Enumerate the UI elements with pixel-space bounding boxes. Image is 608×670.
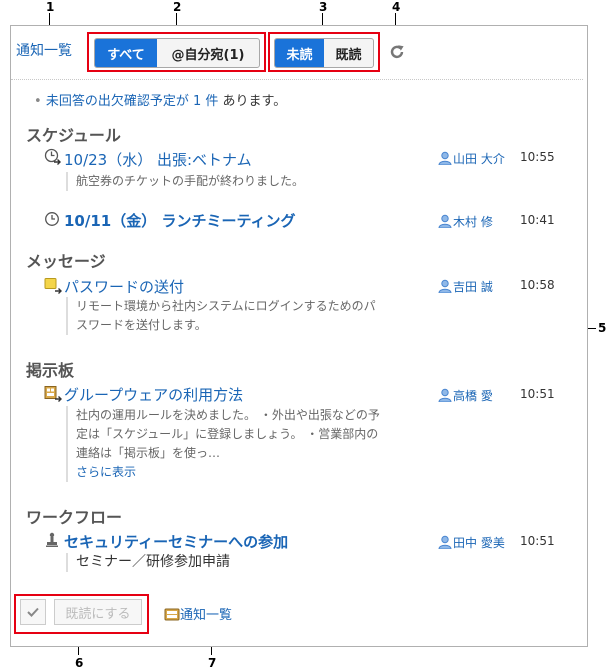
filter-unread-button[interactable]: 未読 <box>275 39 324 67</box>
person-icon <box>438 214 452 228</box>
workflow-item-title[interactable]: セキュリティーセミナーへの参加 <box>64 531 288 552</box>
workflow-item-user[interactable]: 田中 愛美 <box>438 534 505 551</box>
message-item-title[interactable]: パスワードの送付 <box>64 276 184 297</box>
bulletin-item-time: 10:51 <box>520 387 555 401</box>
callout-1: 1 <box>46 0 55 14</box>
section-workflow-title: ワークフロー <box>26 508 123 527</box>
bulletin-item-title[interactable]: グループウェアの利用方法 <box>64 384 243 405</box>
callout-7: 7 <box>208 656 217 670</box>
filter-all-button[interactable]: すべて <box>95 39 157 67</box>
workflow-icon <box>44 532 60 548</box>
notice-suffix: あります。 <box>222 94 287 109</box>
filter-mine-button[interactable]: @自分宛(1) <box>157 39 259 67</box>
workflow-item-body: セミナー／研修参加申請 <box>66 553 556 572</box>
clock-icon <box>44 211 60 227</box>
unanswered-link[interactable]: 未回答の出欠確認予定が 1 件 <box>46 94 219 109</box>
show-more-link[interactable]: さらに表示 <box>76 463 556 482</box>
person-icon <box>438 279 452 293</box>
person-icon <box>438 388 452 402</box>
page-title[interactable]: 通知一覧 <box>16 40 72 60</box>
person-icon <box>438 535 452 549</box>
callout-3: 3 <box>319 0 328 14</box>
section-message-title: メッセージ <box>26 252 106 271</box>
bulletin-item-body: 社内の運用ルールを決めました。 ・外出や出張などの予 定は「スケジュール」に登録… <box>66 406 556 482</box>
callout-2: 2 <box>173 0 182 14</box>
callout-5: 5 <box>598 321 607 335</box>
message-item-time: 10:58 <box>520 278 555 292</box>
notification-list-icon <box>164 608 180 621</box>
callout-6: 6 <box>75 656 84 670</box>
mark-read-button[interactable]: 既読にする <box>54 599 142 625</box>
message-icon <box>44 277 62 295</box>
unanswered-notice: • 未回答の出欠確認予定が 1 件 あります。 <box>34 90 286 109</box>
bulletin-item-user[interactable]: 高橋 愛 <box>438 387 493 404</box>
refresh-icon[interactable] <box>388 43 406 61</box>
schedule-reply-icon <box>44 148 62 166</box>
message-item-body: リモート環境から社内システムにログインするためのパ スワードを送付します。 <box>66 297 556 335</box>
schedule-item-body: 航空券のチケットの手配が終わりました。 <box>66 172 556 191</box>
section-bulletin-title: 掲示板 <box>26 361 75 380</box>
read-status-toggle: 未読 既読 <box>274 38 374 68</box>
schedule-item-time: 10:41 <box>520 213 555 227</box>
filter-all-mine-toggle: すべて @自分宛(1) <box>94 38 260 68</box>
bullet: • <box>34 94 42 109</box>
schedule-item-title[interactable]: 10/11（金） ランチミーティング <box>64 210 296 231</box>
schedule-item-title[interactable]: 10/23（水） 出張:ベトナム <box>64 149 252 170</box>
message-item-user[interactable]: 吉田 誠 <box>438 278 493 295</box>
bulletin-icon <box>44 385 62 403</box>
filter-read-button[interactable]: 既読 <box>324 39 373 67</box>
section-schedule-title: スケジュール <box>26 126 121 145</box>
schedule-item-user[interactable]: 山田 大介 <box>438 150 505 167</box>
workflow-item-time: 10:51 <box>520 534 555 548</box>
person-icon <box>438 151 452 165</box>
callout-4: 4 <box>392 0 401 14</box>
notification-list-link[interactable]: 通知一覧 <box>164 604 232 623</box>
select-all-checkbox[interactable] <box>20 599 46 625</box>
header-divider <box>11 79 583 80</box>
schedule-item-user[interactable]: 木村 修 <box>438 213 493 230</box>
schedule-item-time: 10:55 <box>520 150 555 164</box>
